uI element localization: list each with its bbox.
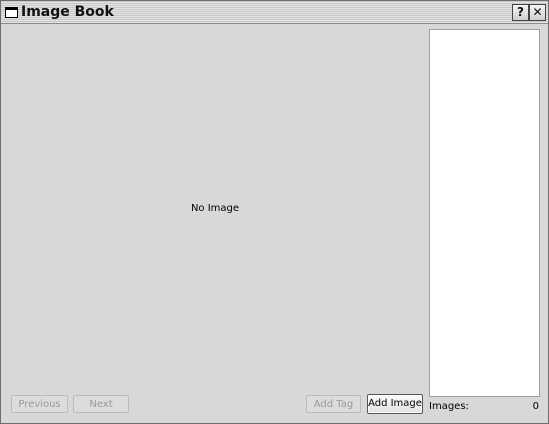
window-title: Image Book [21, 4, 114, 20]
no-image-label: No Image [190, 203, 240, 214]
next-button[interactable]: Next [73, 395, 129, 413]
image-viewer: No Image [7, 29, 423, 389]
window-icon [5, 7, 18, 18]
add-image-button[interactable]: Add Image [367, 394, 423, 414]
images-count-label: Images: [429, 401, 469, 412]
title-bar[interactable]: Image Book ? ✕ [1, 1, 548, 24]
previous-button[interactable]: Previous [11, 395, 68, 413]
main-window: Image Book ? ✕ No Image Previous Next Ad… [0, 0, 549, 424]
images-count-value: 0 [532, 401, 539, 412]
tag-list[interactable] [429, 29, 540, 397]
help-button[interactable]: ? [512, 4, 529, 21]
add-tag-button[interactable]: Add Tag [306, 395, 361, 413]
close-button[interactable]: ✕ [529, 4, 546, 21]
